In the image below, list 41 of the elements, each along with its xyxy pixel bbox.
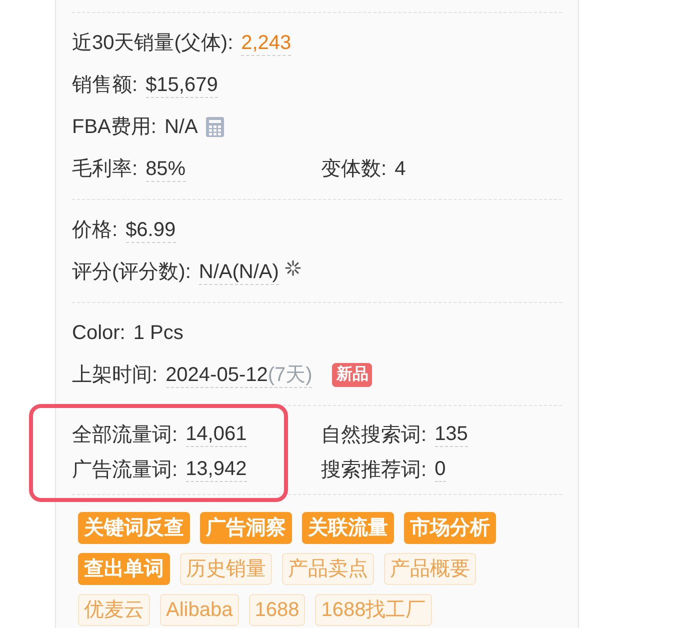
action-button[interactable]: 关联流量	[302, 512, 394, 544]
action-button[interactable]: 1688找工厂	[315, 594, 432, 626]
field-label: Color:	[72, 321, 126, 346]
field-label: 近30天销量(父体):	[72, 31, 234, 56]
action-button[interactable]: 查出单词	[78, 553, 170, 585]
field-value[interactable]: 0	[434, 457, 446, 482]
action-button[interactable]: 历史销量	[180, 553, 272, 585]
field-value[interactable]: 135	[434, 422, 468, 447]
field-label: 变体数:	[321, 157, 387, 182]
field-value[interactable]: 13,942	[186, 457, 247, 482]
action-button[interactable]: 关键词反查	[78, 512, 190, 544]
field-value[interactable]: $15,679	[146, 72, 218, 98]
field-value: N/A	[164, 114, 198, 140]
field-value: 1 Pcs	[133, 320, 184, 346]
field-label: 广告流量词:	[72, 458, 178, 482]
field-label: 全部流量词:	[72, 422, 178, 448]
action-button[interactable]: 产品卖点	[282, 553, 374, 585]
action-button[interactable]: 市场分析	[404, 512, 496, 544]
field-value[interactable]: 2024-05-12(7天)	[166, 362, 312, 388]
field-label: FBA费用:	[72, 115, 156, 140]
field-label: 价格:	[72, 218, 118, 243]
field-label: 毛利率:	[72, 157, 138, 182]
calculator-icon[interactable]	[206, 117, 224, 137]
spinner-icon	[282, 258, 303, 278]
field-value[interactable]: N/A(N/A)	[198, 260, 279, 284]
field-label: 自然搜索词:	[321, 422, 427, 448]
field-value[interactable]: $6.99	[126, 218, 176, 242]
action-button[interactable]: 1688	[248, 594, 306, 626]
action-button[interactable]: 广告洞察	[200, 512, 292, 544]
action-button[interactable]: 优麦云	[78, 594, 150, 626]
field-value[interactable]: 85%	[146, 156, 186, 182]
field-label: 销售额:	[72, 73, 138, 98]
field-label: 上架时间:	[72, 363, 158, 388]
field-label: 评分(评分数):	[72, 260, 191, 285]
new-badge: 新品	[332, 363, 372, 387]
action-button[interactable]: 产品概要	[384, 553, 476, 585]
field-value[interactable]: 14,061	[186, 422, 247, 447]
field-value: 4	[394, 156, 406, 182]
field-label: 搜索推荐词:	[321, 458, 427, 482]
action-button[interactable]: Alibaba	[160, 594, 239, 626]
field-value[interactable]: 2,243	[241, 30, 292, 56]
